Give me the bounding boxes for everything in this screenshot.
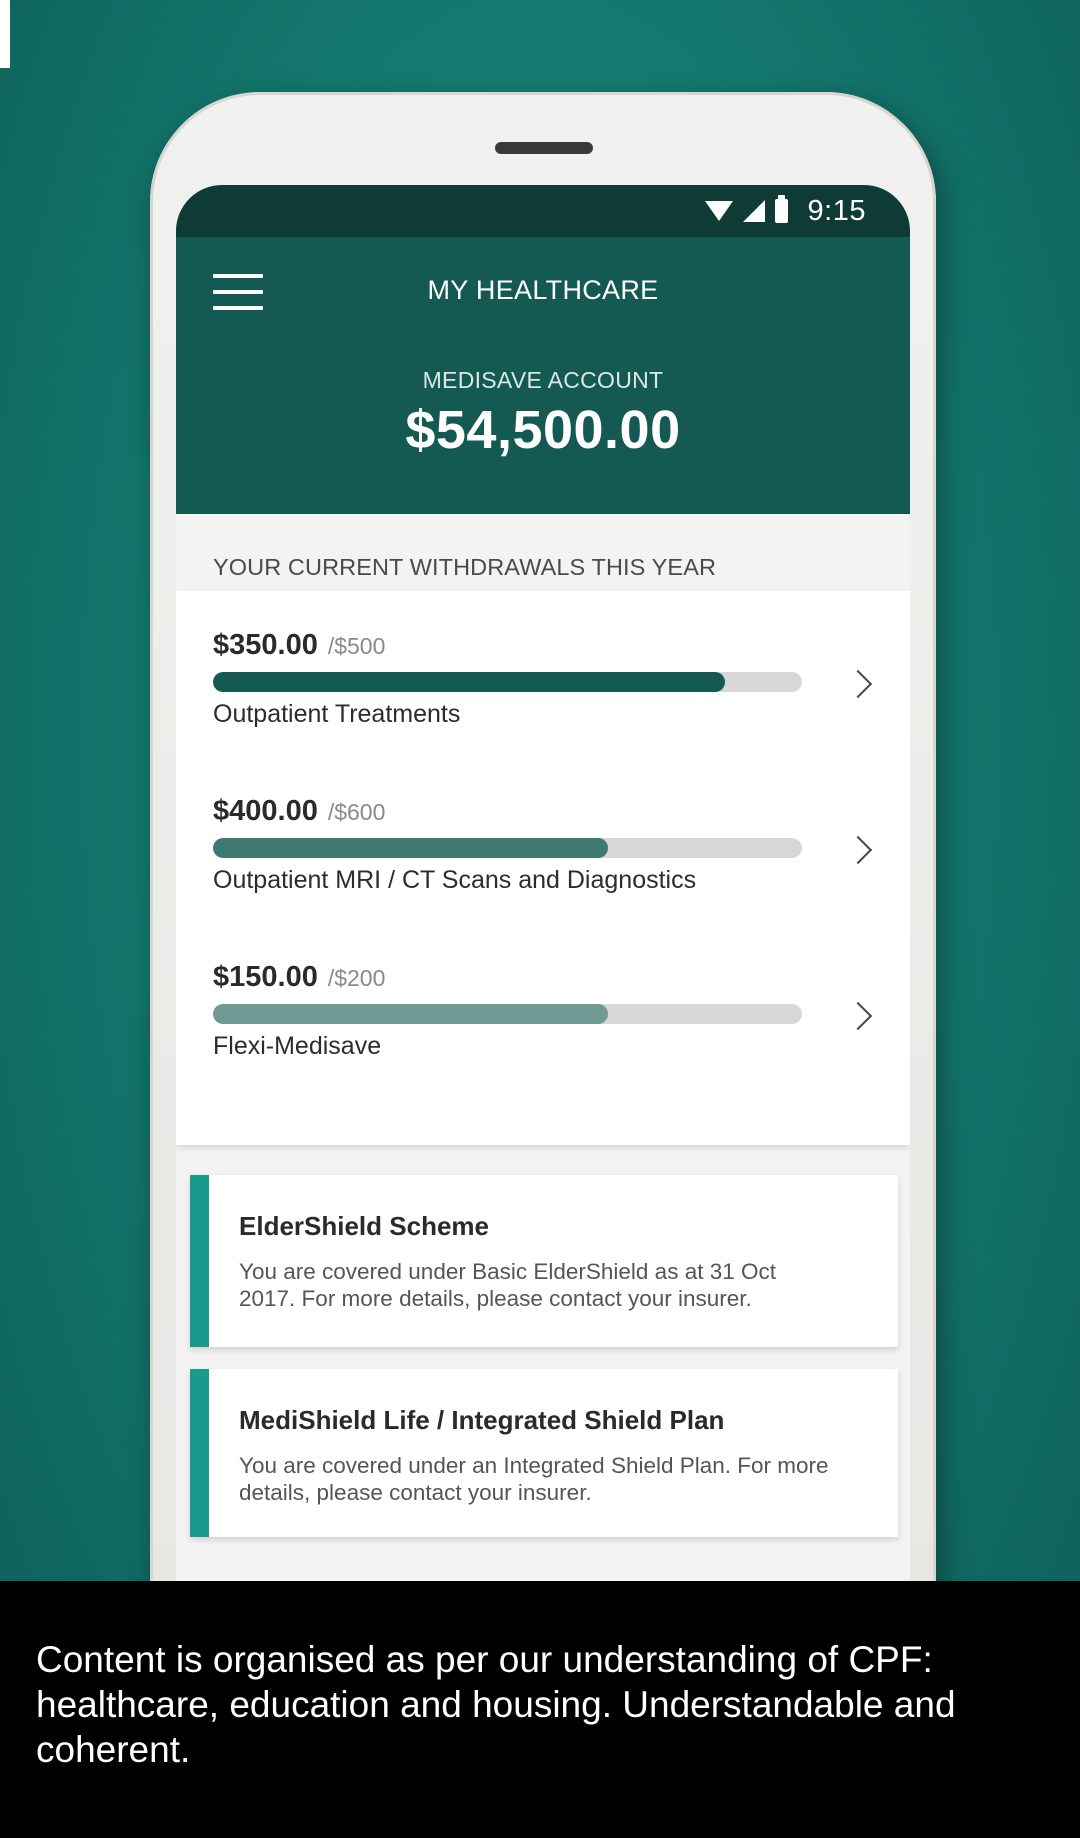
withdrawal-amount: $400.00 — [213, 795, 318, 827]
withdrawal-label: Flexi-Medisave — [213, 1032, 382, 1060]
withdrawal-label: Outpatient MRI / CT Scans and Diagnostic… — [213, 866, 697, 894]
battery-icon — [774, 195, 788, 223]
card-text: You are covered under Basic ElderShield … — [239, 1259, 776, 1311]
wifi-icon — [704, 201, 733, 221]
phone-frame: 9:15 MY HEALTHCARE MEDISAVE ACCOUNT $54,… — [150, 92, 936, 1732]
withdrawal-amount: $150.00 — [213, 961, 318, 993]
progress-bar-track — [213, 838, 802, 858]
signal-icon — [742, 200, 765, 222]
card-title: ElderShield Scheme — [239, 1211, 489, 1241]
withdrawal-limit: /$600 — [327, 799, 386, 825]
withdrawal-item-mri-ct-scans[interactable]: $400.00 /$600 Outpatient MRI / CT Scans … — [176, 795, 910, 961]
withdrawal-label: Outpatient Treatments — [213, 700, 461, 728]
status-time: 9:15 — [807, 194, 866, 227]
chevron-right-icon[interactable] — [843, 1001, 873, 1031]
progress-bar-track — [213, 672, 802, 692]
withdrawals-card: $350.00 /$500 Outpatient Treatments $400… — [176, 591, 910, 1145]
chevron-right-icon[interactable] — [843, 669, 873, 699]
page-title: MY HEALTHCARE — [427, 275, 659, 305]
withdrawal-item-flexi-medisave[interactable]: $150.00 /$200 Flexi-Medisave — [176, 961, 910, 1127]
card-accent-bar — [190, 1369, 209, 1537]
app-screen: 9:15 MY HEALTHCARE MEDISAVE ACCOUNT $54,… — [176, 185, 910, 1585]
progress-bar-track — [213, 1004, 802, 1024]
caption-text: Content is organised as per our understa… — [36, 1639, 956, 1770]
withdrawal-limit: /$200 — [327, 965, 386, 991]
progress-bar-fill — [213, 1004, 608, 1024]
card-accent-bar — [190, 1175, 209, 1347]
withdrawal-item-outpatient-treatments[interactable]: $350.00 /$500 Outpatient Treatments — [176, 629, 910, 795]
card-title: MediShield Life / Integrated Shield Plan — [239, 1405, 725, 1435]
account-balance: $54,500.00 — [405, 400, 681, 460]
withdrawal-amount: $350.00 — [213, 629, 318, 661]
withdrawal-limit: /$500 — [327, 633, 386, 659]
status-bar: 9:15 — [176, 185, 910, 237]
progress-bar-fill — [213, 672, 726, 692]
corner-marker — [0, 0, 10, 68]
app-header: MY HEALTHCARE MEDISAVE ACCOUNT $54,500.0… — [176, 237, 910, 514]
medishield-card[interactable]: MediShield Life / Integrated Shield Plan… — [190, 1369, 898, 1537]
withdrawals-section-title: YOUR CURRENT WITHDRAWALS THIS YEAR — [176, 514, 910, 591]
account-label: MEDISAVE ACCOUNT — [422, 367, 664, 393]
phone-speaker — [495, 142, 593, 154]
card-text: You are covered under an Integrated Shie… — [239, 1453, 829, 1505]
chevron-right-icon[interactable] — [843, 835, 873, 865]
progress-bar-fill — [213, 838, 608, 858]
caption-box: Content is organised as per our understa… — [0, 1581, 1080, 1838]
eldershield-card[interactable]: ElderShield Scheme You are covered under… — [190, 1175, 898, 1347]
